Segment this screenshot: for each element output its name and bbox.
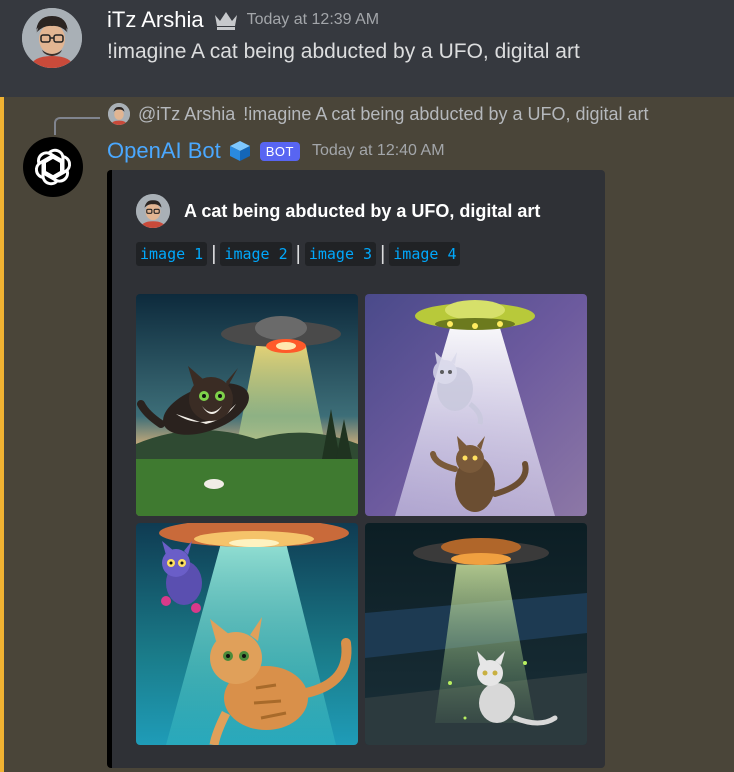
image-link-3[interactable]: image 3 (304, 242, 377, 266)
timestamp: Today at 12:39 AM (246, 11, 380, 28)
timestamp: Today at 12:40 AM (311, 142, 445, 159)
bot-badge: BOT (259, 141, 300, 161)
image-links: image 1 | image 2 | image 3 | image 4 (136, 242, 461, 266)
bot-avatar[interactable] (23, 137, 83, 197)
reply-text: !imagine A cat being abducted by a UFO, … (243, 103, 649, 124)
reply-avatar (108, 103, 130, 125)
image-link-4[interactable]: image 4 (389, 242, 461, 266)
image-link-2[interactable]: image 2 (220, 242, 292, 266)
user-avatar[interactable] (22, 8, 82, 68)
reply-reference[interactable]: @iTz Arshia !imagine A cat being abducte… (108, 103, 649, 125)
embed-title: A cat being abducted by a UFO, digital a… (184, 200, 541, 221)
generated-image-3[interactable] (136, 523, 358, 745)
reply-connector (54, 117, 100, 135)
message-content: !imagine A cat being abducted by a UFO, … (107, 40, 580, 63)
bot-author-name[interactable]: OpenAI Bot (107, 138, 221, 164)
separator: | (380, 242, 386, 265)
reply-mention[interactable]: @iTz Arshia (138, 104, 235, 125)
cube-icon (229, 141, 250, 161)
embed: A cat being abducted by a UFO, digital a… (107, 170, 605, 768)
embed-author-avatar (136, 194, 170, 228)
author-name[interactable]: iTz Arshia (107, 7, 204, 33)
separator: | (295, 242, 301, 265)
crown-icon (214, 12, 237, 30)
generated-image-2[interactable] (365, 294, 587, 516)
message-user: iTz Arshia Today at 12:39 AM !imagine A … (0, 0, 734, 97)
generated-image-1[interactable] (136, 294, 358, 516)
openai-logo-icon (34, 148, 72, 186)
separator: | (211, 242, 217, 265)
image-link-1[interactable]: image 1 (136, 242, 208, 266)
image-grid (136, 294, 587, 745)
generated-image-4[interactable] (365, 523, 587, 745)
